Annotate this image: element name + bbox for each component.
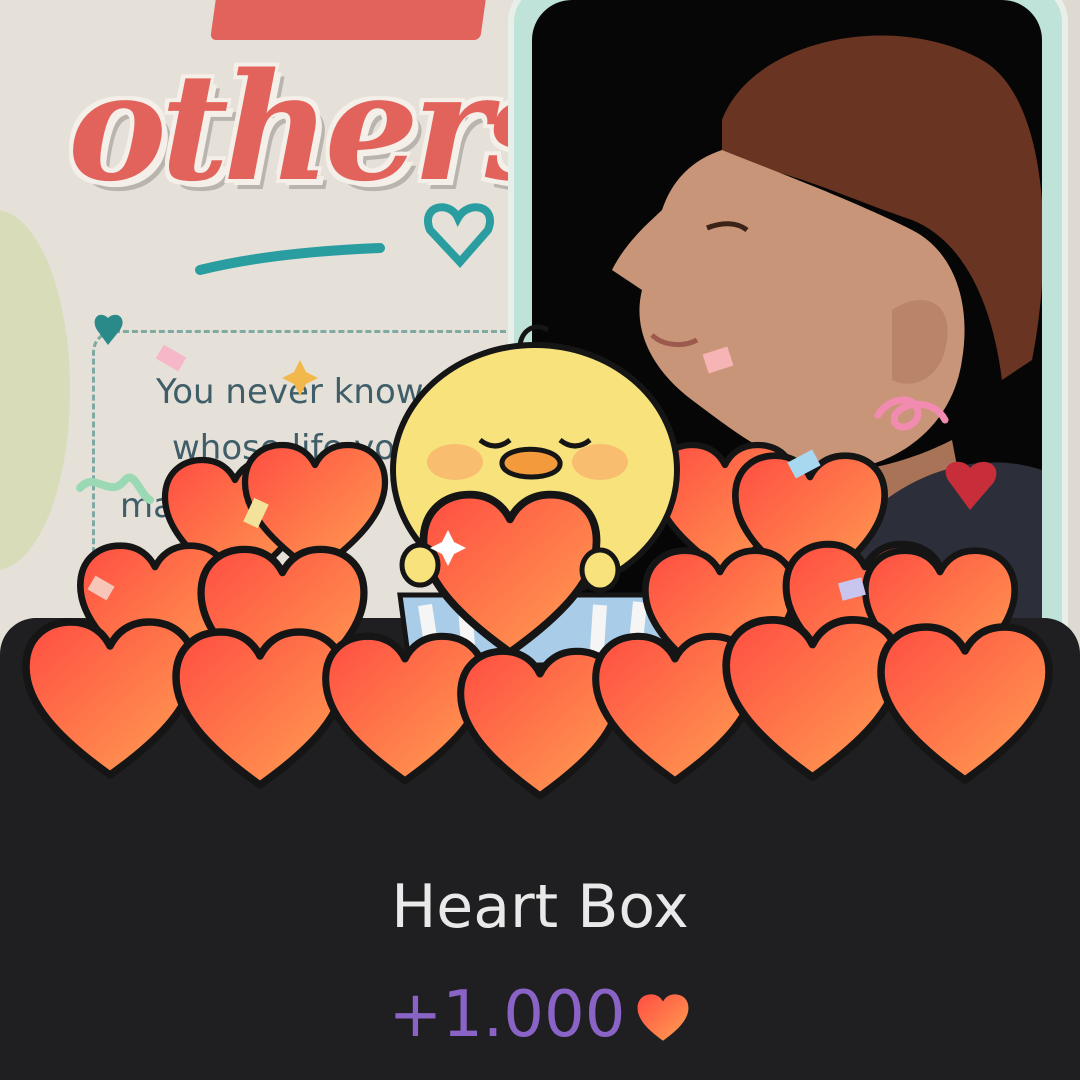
heart-box-reward-screen: others You never know whose life you ma (0, 0, 1080, 1080)
heart-shape (176, 632, 344, 785)
reward-title: Heart Box (391, 872, 689, 942)
heart-icon (635, 993, 691, 1043)
heart-shape (26, 622, 194, 775)
reward-amount: +1.000 (388, 978, 626, 1052)
reward-amount-row: +1.000 (0, 978, 1080, 1052)
heart-shape (881, 627, 1049, 780)
heart-shape (726, 620, 899, 777)
